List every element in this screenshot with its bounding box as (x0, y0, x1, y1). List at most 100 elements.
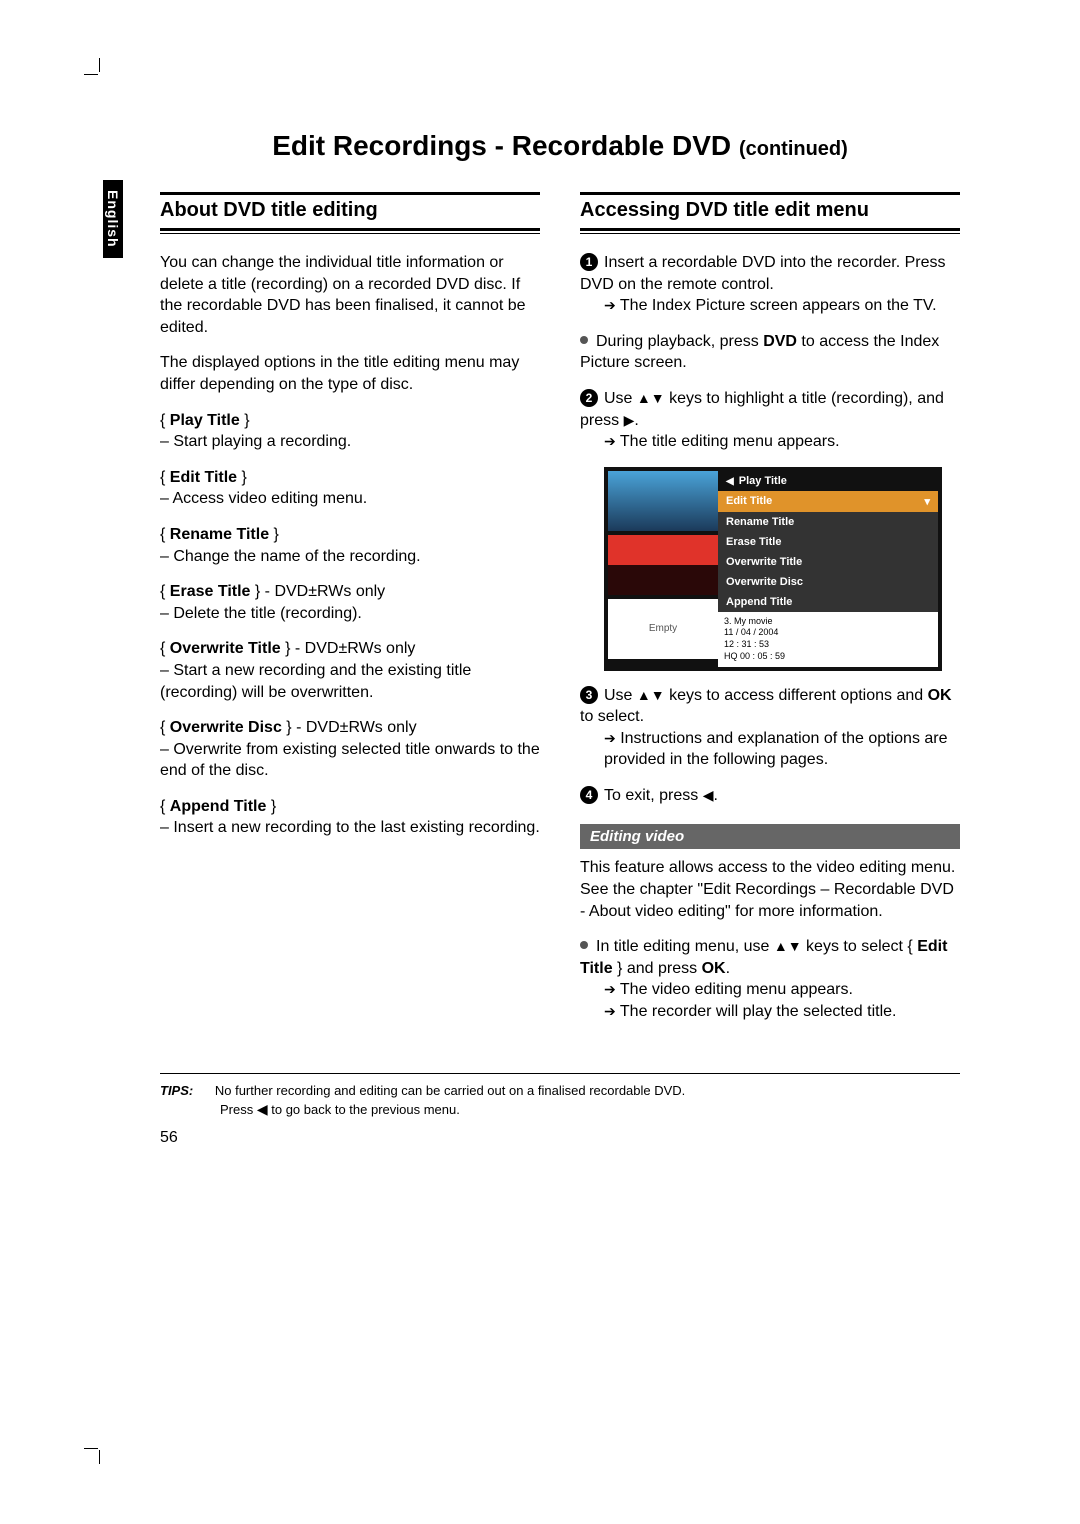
menu-label: Play Title (739, 475, 787, 487)
text: To exit, press (604, 787, 703, 804)
text: Use (604, 687, 637, 704)
meta-line: HQ 00 : 05 : 59 (724, 651, 785, 661)
step-number-3-icon: 3 (580, 686, 598, 704)
arrow-right-icon: ➔ (604, 1003, 616, 1019)
bullet-during-playback: During playback, press DVD to access the… (580, 331, 960, 374)
step-number-2-icon: 2 (580, 389, 598, 407)
section-heading-about: About DVD title editing (160, 199, 540, 222)
step-number-4-icon: 4 (580, 786, 598, 804)
bold: DVD (763, 333, 797, 350)
tips-footer: TIPS: No further recording and editing c… (160, 1073, 960, 1120)
section-heading-access: Accessing DVD title edit menu (580, 199, 960, 222)
menu-row-overwrite-title: Overwrite Title (718, 552, 938, 572)
option-append-title: { Append Title } – Insert a new recordin… (160, 796, 540, 839)
opt-desc: – Access video editing menu. (160, 490, 367, 507)
opt-label: Overwrite Disc (170, 719, 282, 736)
step-result: The Index Picture screen appears on the … (620, 297, 937, 314)
opt-label: Erase Title (170, 583, 251, 600)
text: Use (604, 390, 637, 407)
title-main: Edit Recordings - Recordable DVD (272, 130, 731, 161)
thumb-1 (608, 471, 718, 531)
step-1: 1Insert a recordable DVD into the record… (580, 252, 960, 317)
text: During playback, press (596, 333, 763, 350)
left-column: About DVD title editing You can change t… (160, 192, 540, 1037)
opt-suffix: - DVD±RWs only (292, 719, 417, 736)
text: In title editing menu, use (596, 938, 774, 955)
opt-label: Edit Title (170, 469, 237, 486)
opt-label: Play Title (170, 412, 240, 429)
triangle-right-icon: ▶ (624, 412, 635, 428)
meta-line: 3. My movie (724, 616, 773, 626)
step-text: Insert a recordable DVD into the recorde… (580, 254, 946, 293)
bold: OK (928, 687, 952, 704)
arrow-right-icon: ➔ (604, 730, 616, 746)
opt-desc: – Start a new recording and the existing… (160, 662, 471, 701)
triangle-up-down-icon: ▲▼ (637, 687, 665, 703)
triangle-up-down-icon: ▲▼ (774, 938, 802, 954)
option-rename-title: { Rename Title } – Change the name of th… (160, 524, 540, 567)
text: keys to access different options and (665, 687, 928, 704)
arrow-right-icon: ➔ (604, 433, 616, 449)
bullet-icon (580, 336, 588, 344)
about-para-2: The displayed options in the title editi… (160, 352, 540, 395)
opt-label: Overwrite Title (170, 640, 281, 657)
text: . (726, 960, 730, 977)
result: The video editing menu appears. (620, 981, 853, 998)
result: The recorder will play the selected titl… (620, 1003, 897, 1020)
opt-label: Append Title (170, 798, 267, 815)
menu-row-overwrite-disc: Overwrite Disc (718, 572, 938, 592)
right-column: Accessing DVD title edit menu 1Insert a … (580, 192, 960, 1037)
opt-desc: – Start playing a recording. (160, 433, 351, 450)
page-number: 56 (160, 1129, 960, 1147)
menu-row-rename: Rename Title (718, 512, 938, 532)
thumb-2 (608, 535, 718, 595)
option-edit-title: { Edit Title } – Access video editing me… (160, 467, 540, 510)
bullet-icon (580, 941, 588, 949)
meta-line: 12 : 31 : 53 (724, 639, 769, 649)
meta-line: 11 / 04 / 2004 (724, 627, 778, 637)
bold: OK (702, 960, 726, 977)
opt-desc: – Change the name of the recording. (160, 548, 421, 565)
editing-video-para: This feature allows access to the video … (580, 857, 960, 922)
about-para-1: You can change the individual title info… (160, 252, 540, 338)
thumb-empty: Empty (608, 599, 718, 659)
opt-desc: – Insert a new recording to the last exi… (160, 819, 540, 836)
step-number-1-icon: 1 (580, 253, 598, 271)
step-2: 2Use ▲▼ keys to highlight a title (recor… (580, 388, 960, 453)
triangle-left-icon: ◀ (703, 787, 714, 803)
option-play-title: { Play Title } – Start playing a recordi… (160, 410, 540, 453)
text: } and press (613, 960, 702, 977)
triangle-left-icon: ◀ (726, 476, 734, 487)
triangle-up-down-icon: ▲▼ (637, 390, 665, 406)
option-erase-title: { Erase Title } - DVD±RWs only – Delete … (160, 581, 540, 624)
title-edit-menu-figure: Empty ◀ Play Title Edit Title ▾ Rename Ti… (604, 467, 942, 671)
menu-row-append: Append Title (718, 592, 938, 612)
title-continued: (continued) (739, 138, 848, 160)
text: to go back to the previous menu. (268, 1102, 460, 1117)
menu-row-erase: Erase Title (718, 532, 938, 552)
page-title: Edit Recordings - Recordable DVD (contin… (160, 130, 960, 162)
text: Press (220, 1102, 257, 1117)
tip-line-1: No further recording and editing can be … (215, 1083, 685, 1098)
opt-suffix: - DVD±RWs only (260, 583, 385, 600)
menu-label: Edit Title (726, 495, 772, 507)
text: keys to select { (802, 938, 918, 955)
subheading-editing-video: Editing video (580, 824, 960, 849)
opt-label: Rename Title (170, 526, 269, 543)
menu-meta: 3. My movie 11 / 04 / 2004 12 : 31 : 53 … (718, 612, 938, 667)
option-overwrite-title: { Overwrite Title } - DVD±RWs only – Sta… (160, 638, 540, 703)
arrow-right-icon: ➔ (604, 297, 616, 313)
editing-video-bullet: In title editing menu, use ▲▼ keys to se… (580, 936, 960, 1022)
text: to select. (580, 708, 644, 725)
tip-line-2: Press ◀ to go back to the previous menu. (220, 1102, 460, 1117)
chevron-down-icon: ▾ (924, 495, 930, 508)
option-overwrite-disc: { Overwrite Disc } - DVD±RWs only – Over… (160, 717, 540, 782)
language-tab: English (103, 180, 123, 258)
triangle-left-icon: ◀ (257, 1101, 268, 1117)
tips-label: TIPS: (160, 1083, 193, 1098)
opt-suffix: - DVD±RWs only (290, 640, 415, 657)
opt-desc: – Overwrite from existing selected title… (160, 741, 540, 780)
step-result: Instructions and explanation of the opti… (604, 730, 948, 769)
menu-row-play: ◀ Play Title (718, 471, 938, 491)
arrow-right-icon: ➔ (604, 981, 616, 997)
